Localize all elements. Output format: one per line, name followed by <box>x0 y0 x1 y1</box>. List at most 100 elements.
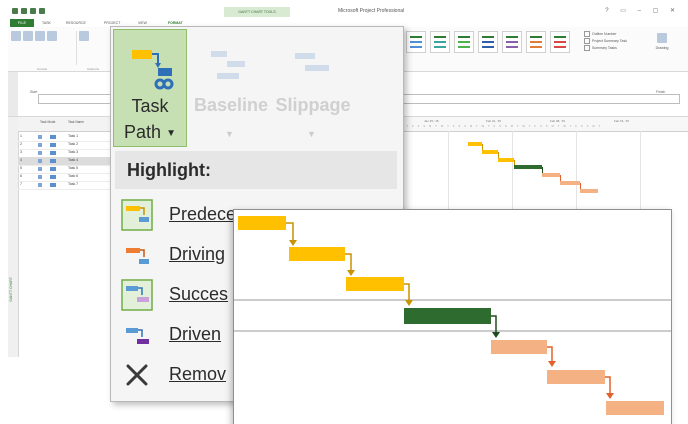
show-hide-checkboxes: Outline Number Project Summary Task Summ… <box>584 31 627 52</box>
task-mode-icon <box>50 135 56 139</box>
drawing-button[interactable]: Drawing <box>652 31 672 50</box>
task-name: Task 2 <box>68 142 79 146</box>
task-name: Task 6 <box>68 174 79 178</box>
ribbon-group-label: Columns <box>87 67 99 71</box>
gantt-bar-predecessor <box>289 247 345 261</box>
zoomed-gantt-svg <box>234 216 671 415</box>
task-mode-icon <box>50 143 56 147</box>
gantt-style-swatch[interactable] <box>430 31 450 53</box>
task-mode-icon <box>50 183 56 187</box>
link-arrow <box>547 346 553 361</box>
remove-text: Remov <box>169 364 227 384</box>
tab-file[interactable]: FILE <box>10 19 34 27</box>
task-mode-icon <box>50 151 56 155</box>
outline-number-checkbox[interactable]: Outline Number <box>584 31 627 38</box>
gridlines-icon[interactable] <box>23 31 33 41</box>
task-path-button[interactable]: Task Path ▼ <box>113 29 187 147</box>
baseline-button[interactable]: Baseline ▼ <box>189 35 273 145</box>
gantt-bar-selected <box>404 308 491 324</box>
indicator-icon <box>38 159 42 163</box>
chevron-down-icon: ▼ <box>307 129 316 139</box>
layout-icon[interactable] <box>35 31 45 41</box>
task-path-icon <box>132 50 174 90</box>
ribbon-separator <box>76 31 77 65</box>
link-arrow <box>286 222 294 240</box>
gantt-style-swatch[interactable] <box>406 31 426 53</box>
gantt-style-swatch[interactable] <box>502 31 522 53</box>
gantt-bar-successor <box>606 401 664 415</box>
gantt-bar-predecessor[interactable] <box>468 142 482 146</box>
menu-item-label: Driving <box>169 244 225 265</box>
task-mode-icon <box>50 175 56 179</box>
row-id: 2 <box>20 142 22 146</box>
quick-access-toolbar[interactable] <box>12 8 45 14</box>
task-name: Task 1 <box>68 134 79 138</box>
link-arrow <box>404 283 410 300</box>
link-arrow <box>491 315 497 332</box>
link-arrow-head <box>548 361 556 367</box>
gantt-style-swatch[interactable] <box>550 31 570 53</box>
zoomed-gantt-callout <box>233 209 672 424</box>
remove-highlight-icon <box>126 364 148 386</box>
gantt-bar-successor[interactable] <box>560 181 580 185</box>
gantt-style-swatch[interactable] <box>454 31 474 53</box>
text-styles-icon[interactable] <box>11 31 21 41</box>
tab-task[interactable]: TASK <box>42 19 51 27</box>
link-arrow <box>345 253 352 270</box>
driving-predecessors-icon <box>126 248 149 264</box>
link-arrow-head <box>347 270 355 276</box>
task-mode-icon <box>50 167 56 171</box>
timeline-side-tab[interactable] <box>8 72 18 116</box>
timescale-date: Feb 08, '15 <box>550 119 565 123</box>
task-path-label-line2: Path ▼ <box>114 122 186 143</box>
row-id: 4 <box>20 158 22 162</box>
task-name: Task 3 <box>68 150 79 154</box>
screenshot-stage: GANTT CHART TOOLS Microsoft Project Prof… <box>0 0 688 424</box>
indicator-icon <box>38 143 42 147</box>
successors-icon <box>121 279 153 311</box>
gantt-bar-successor[interactable] <box>580 189 598 193</box>
row-id: 3 <box>20 150 22 154</box>
gantt-bar-predecessor[interactable] <box>482 150 498 154</box>
task-sheet: GANTT CHART Task Mode Task Name 1 Task 1 … <box>8 117 110 424</box>
link-arrow <box>605 376 611 393</box>
insert-column-icon[interactable] <box>47 31 57 41</box>
drawing-icon <box>657 33 667 43</box>
summary-tasks-checkbox[interactable]: Summary Tasks <box>584 45 627 52</box>
window-title: Microsoft Project Professional <box>338 8 405 14</box>
column-settings-icon[interactable] <box>79 31 89 41</box>
ribbon-group-label: Format <box>37 67 47 71</box>
chevron-down-icon: ▼ <box>225 129 234 139</box>
window-controls[interactable]: ? ▭ – ▢ ✕ <box>605 7 680 14</box>
gantt-bar-selected[interactable] <box>514 165 542 169</box>
gantt-chart-style-gallery[interactable] <box>406 31 570 53</box>
slippage-button[interactable]: Slippage ▼ <box>271 35 355 145</box>
column-header-task-mode[interactable]: Task Mode <box>40 120 55 124</box>
timeline-finish-label: Finish <box>656 90 666 94</box>
ribbon-group-format: Format <box>10 29 74 71</box>
gantt-bar-predecessor <box>346 277 404 291</box>
slippage-label: Slippage <box>275 95 351 115</box>
project-summary-task-checkbox[interactable]: Project Summary Task <box>584 38 627 45</box>
column-header-task-name[interactable]: Task Name <box>68 120 84 124</box>
chevron-down-icon: ▼ <box>166 127 176 139</box>
timeline-start-label: Start <box>30 90 38 94</box>
link-arrow-head <box>405 300 413 306</box>
gantt-bar-predecessor[interactable] <box>498 158 514 162</box>
indicator-icon <box>38 175 42 179</box>
timescale-date: Feb 15, '15 <box>614 119 629 123</box>
indicator-icon <box>38 151 42 155</box>
menu-item-label: Remov <box>169 364 226 385</box>
table-row[interactable]: 7 Task 7 <box>18 181 110 190</box>
task-path-label-line1: Task <box>131 96 169 116</box>
gantt-bar-successor[interactable] <box>542 173 560 177</box>
gantt-bar-predecessor <box>238 216 286 230</box>
gantt-style-swatch[interactable] <box>478 31 498 53</box>
predecessors-icon <box>121 199 153 231</box>
gantt-style-swatch[interactable] <box>526 31 546 53</box>
gantt-bar-successor <box>547 370 605 384</box>
link-arrow-head <box>606 393 614 399</box>
highlight-header-label: Highlight: <box>127 160 211 180</box>
slippage-icon <box>295 53 329 71</box>
tab-resource[interactable]: RESOURCE <box>66 19 86 27</box>
